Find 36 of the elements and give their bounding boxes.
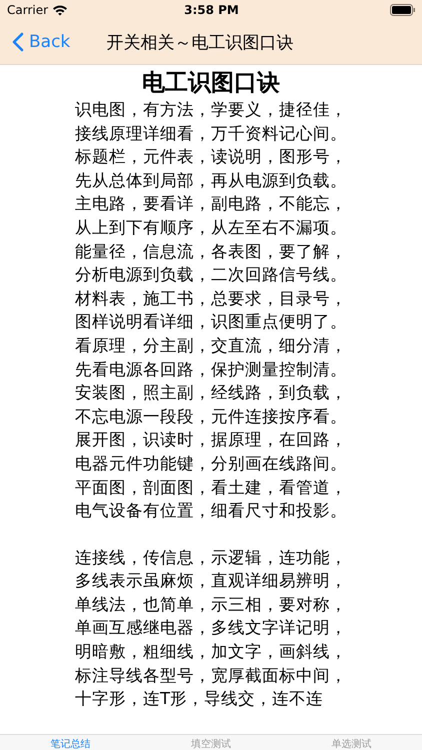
poem-line: 不忘电源一段段，元件连接按序看。 [75,406,347,428]
nav-title: 开关相关～电工识图口诀 [106,32,294,54]
poem-line: 先从总体到局部，再从电源到负载。 [75,170,347,192]
poem-line: 平面图，剖面图，看土建，看管道， [75,476,347,498]
article-title: 电工识图口诀 [142,69,280,98]
tab[interactable]: 单选测试 [281,734,422,750]
poem-line: 标题栏，元件表，读说明，图形号， [75,146,347,168]
wifi-icon [52,4,68,16]
poem-line: 看原理，分主副，交直流，细分清， [75,334,347,357]
carrier-label: Carrier [7,3,48,17]
back-button[interactable]: Back [0,32,76,52]
status-time: 3:58 PM [184,3,239,17]
poem-line: 单画互感继电器，多线文字详记明， [75,617,347,640]
poem-line: 连接线，传信息，示逻辑，连功能， [75,546,347,569]
poem-line: 十字形，连T形，导线交，连不连 [75,688,324,710]
poem-line: 识电图，有方法，学要义，捷径佳， [75,99,347,121]
tab[interactable]: 填空测试 [140,734,282,750]
tab[interactable]: 笔记总结 [0,734,141,750]
poem-line: 分析电源到负载，二次回路信号线。 [75,264,347,286]
poem-line: 展开图，识读时，据原理，在回路， [75,429,347,452]
poem-line: 单线法，也简单，示三相，要对称， [75,594,347,616]
poem-line: 电气设备有位置，细看尺寸和投影。 [75,500,347,522]
poem-line: 图样说明看详细，识图重点便明了。 [75,311,347,334]
poem-line: 从上到下有顺序，从左至右不漏项。 [75,216,347,239]
poem-line: 安装图，照主副，经线路，到负载， [75,382,347,404]
poem-line: 明暗敷，粗细线，加文字，画斜线， [75,641,347,664]
poem-line: 材料表，施工书，总要求，目录号， [75,288,347,310]
poem-line: 电器元件功能键，分别画在线路间。 [75,452,347,475]
poem-line: 主电路，要看详，副电路，不能忘， [75,193,347,216]
poem-line: 多线表示虽麻烦，直观详细易辨明， [75,570,347,592]
poem-line: 标注导线各型号，宽厚截面标中间， [75,664,347,687]
poem-line: 能量径，信息流，各表图，要了解， [75,240,347,263]
poem-line: 先看电源各回路，保护测量控制清。 [75,358,347,381]
chevron-left-icon [12,32,24,52]
poem-line: 接线原理详细看，万千资料记心间。 [75,122,347,145]
battery-icon [390,4,416,16]
